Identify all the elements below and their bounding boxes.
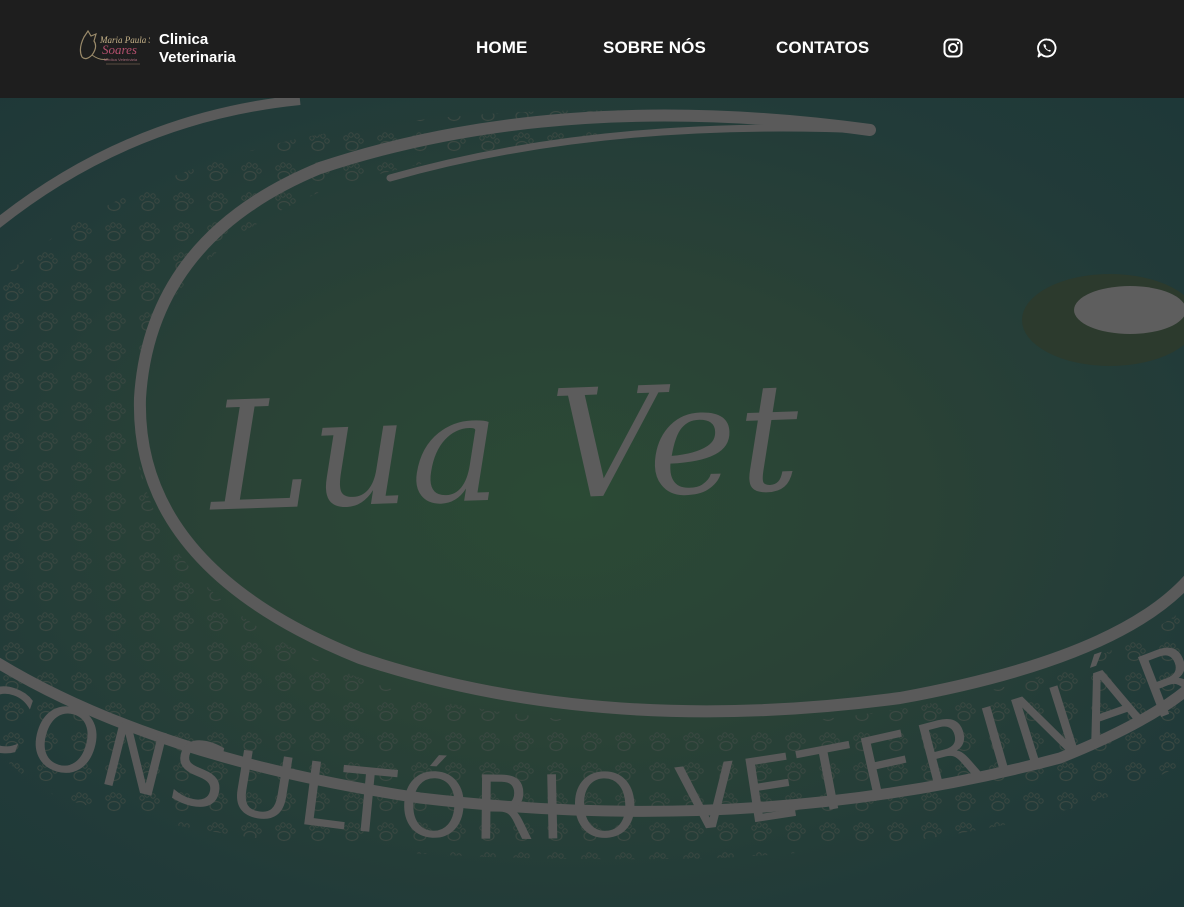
whatsapp-icon[interactable] <box>1036 37 1058 59</box>
top-navbar: Maria Paula Soares Soares Médica Veterin… <box>0 0 1184 98</box>
nav-contatos-link[interactable]: CONTATOS <box>776 36 869 60</box>
instagram-icon[interactable] <box>942 37 964 59</box>
nav-menu: HOME SOBRE NÓS CONTATOS <box>0 36 1184 60</box>
hero-logo-artwork: Lua Vet CONSULTÓRIO VETERINÁRIO <box>0 98 1184 907</box>
hero-logo-script: Lua Vet <box>204 351 804 546</box>
nav-sobre-nos-link[interactable]: SOBRE NÓS <box>603 36 706 60</box>
nav-home-link[interactable]: HOME <box>476 36 527 60</box>
hero-banner: Lua Vet CONSULTÓRIO VETERINÁRIO <box>0 98 1184 907</box>
